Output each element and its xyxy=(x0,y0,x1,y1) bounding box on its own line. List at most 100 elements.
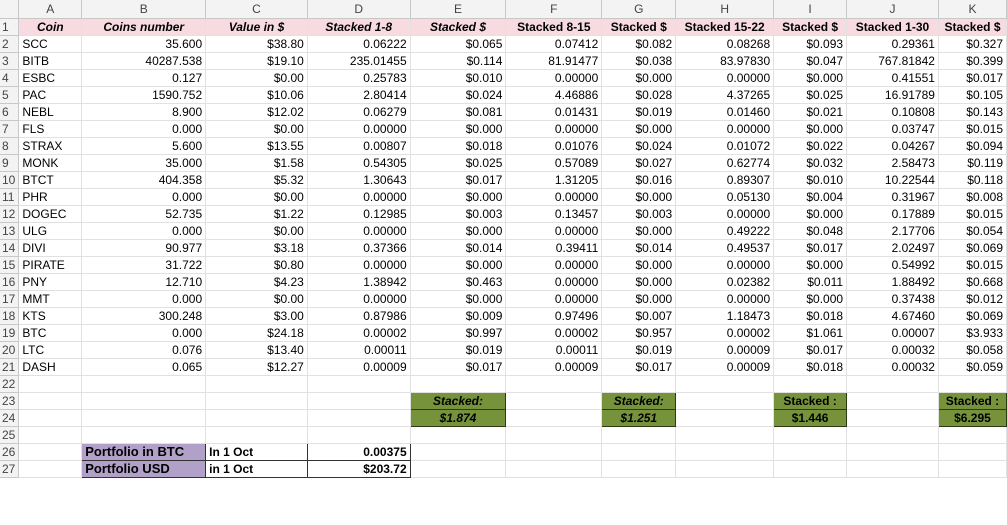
cell-stacked-8-15[interactable]: 0.00000 xyxy=(505,120,603,138)
cell-coin[interactable]: BTC xyxy=(18,324,83,342)
empty-cell[interactable] xyxy=(81,409,207,427)
header-cell-stacked-usd-i[interactable]: Stacked $ xyxy=(773,18,848,36)
cell-stacked-15-22[interactable]: 0.00000 xyxy=(675,256,775,274)
cell-stacked-15-22[interactable]: 0.00000 xyxy=(675,205,775,223)
cell-stacked-1-8[interactable]: 0.00000 xyxy=(307,256,411,274)
cell-stacked-usd-i[interactable]: $0.032 xyxy=(773,154,848,172)
cell-stacked-1-8[interactable]: 0.87986 xyxy=(307,307,411,325)
cell-stacked-usd-k[interactable]: $0.012 xyxy=(938,290,1007,308)
cell-coins-number[interactable]: 5.600 xyxy=(81,137,207,155)
row-number[interactable]: 5 xyxy=(0,86,20,104)
cell-coin[interactable]: ESBC xyxy=(18,69,83,87)
cell-stacked-usd-g[interactable]: $0.000 xyxy=(601,273,677,291)
cell-stacked-15-22[interactable]: 0.49537 xyxy=(675,239,775,257)
header-cell-stacked-1-30[interactable]: Stacked 1-30 xyxy=(846,18,939,36)
cell-stacked-usd-e[interactable]: $0.000 xyxy=(410,256,507,274)
cell-stacked-8-15[interactable]: 0.07412 xyxy=(505,35,603,53)
cell-stacked-usd-i[interactable]: $0.017 xyxy=(773,341,848,359)
cell-stacked-usd-e[interactable]: $0.065 xyxy=(410,35,507,53)
cell-stacked-usd-k[interactable]: $0.094 xyxy=(938,137,1007,155)
total-label-e[interactable]: Stacked: xyxy=(409,392,507,410)
cell-stacked-8-15[interactable]: 0.00000 xyxy=(505,222,603,240)
empty-cell[interactable] xyxy=(410,443,507,461)
cell-stacked-usd-e[interactable]: $0.024 xyxy=(410,86,507,104)
cell-stacked-1-8[interactable]: 0.00000 xyxy=(307,120,411,138)
row-number[interactable]: 1 xyxy=(0,18,20,36)
cell-stacked-usd-g[interactable]: $0.027 xyxy=(601,154,677,172)
cell-stacked-usd-e[interactable]: $0.017 xyxy=(410,358,507,376)
cell-stacked-usd-i[interactable]: $0.047 xyxy=(773,52,848,70)
cell-stacked-usd-k[interactable]: $0.059 xyxy=(938,358,1007,376)
row-number[interactable]: 24 xyxy=(0,409,20,427)
column-header-b[interactable]: B xyxy=(81,0,207,19)
cell-stacked-15-22[interactable]: 4.37265 xyxy=(675,86,775,104)
cell-stacked-15-22[interactable]: 83.97830 xyxy=(675,52,775,70)
select-all-corner[interactable] xyxy=(0,0,20,19)
total-label-k[interactable]: Stacked : xyxy=(937,392,1007,410)
cell-stacked-usd-e[interactable]: $0.114 xyxy=(410,52,507,70)
cell-stacked-8-15[interactable]: 81.91477 xyxy=(505,52,603,70)
empty-cell[interactable] xyxy=(410,426,507,444)
cell-stacked-15-22[interactable]: 0.00009 xyxy=(675,358,775,376)
empty-cell[interactable] xyxy=(938,375,1007,393)
empty-cell[interactable] xyxy=(410,375,507,393)
cell-stacked-usd-k[interactable]: $0.054 xyxy=(938,222,1007,240)
cell-coin[interactable]: ULG xyxy=(18,222,83,240)
empty-cell[interactable] xyxy=(773,375,848,393)
cell-stacked-usd-k[interactable]: $3.933 xyxy=(938,324,1007,342)
total-label-g[interactable]: Stacked: xyxy=(601,392,677,410)
empty-cell[interactable] xyxy=(505,443,603,461)
cell-stacked-usd-i[interactable]: $0.000 xyxy=(773,290,848,308)
cell-stacked-usd-e[interactable]: $0.997 xyxy=(410,324,507,342)
cell-stacked-usd-i[interactable]: $0.048 xyxy=(773,222,848,240)
empty-cell[interactable] xyxy=(846,460,939,478)
portfolio-usd-label[interactable]: Portfolio USD xyxy=(81,460,207,478)
row-number[interactable]: 4 xyxy=(0,69,20,87)
empty-cell[interactable] xyxy=(675,375,775,393)
portfolio-btc-value[interactable]: 0.00375 xyxy=(306,443,411,461)
cell-stacked-1-8[interactable]: 0.25783 xyxy=(307,69,411,87)
cell-stacked-1-8[interactable]: 0.00002 xyxy=(307,324,411,342)
cell-stacked-usd-g[interactable]: $0.024 xyxy=(601,137,677,155)
empty-cell[interactable] xyxy=(505,409,603,427)
empty-cell[interactable] xyxy=(846,409,939,427)
total-value-e[interactable]: $1.874 xyxy=(409,409,507,427)
cell-coin[interactable]: PIRATE xyxy=(18,256,83,274)
total-value-k[interactable]: $6.295 xyxy=(937,409,1007,427)
cell-stacked-usd-g[interactable]: $0.014 xyxy=(601,239,677,257)
cell-stacked-1-30[interactable]: 2.58473 xyxy=(846,154,939,172)
cell-value[interactable]: $13.40 xyxy=(205,341,308,359)
cell-stacked-8-15[interactable]: 0.00000 xyxy=(505,290,603,308)
cell-coins-number[interactable]: 31.722 xyxy=(81,256,207,274)
empty-cell[interactable] xyxy=(601,426,677,444)
cell-coin[interactable]: FLS xyxy=(18,120,83,138)
column-header-i[interactable]: I xyxy=(773,0,848,19)
cell-coin[interactable]: MONK xyxy=(18,154,83,172)
empty-cell[interactable] xyxy=(18,392,83,410)
cell-value[interactable]: $12.02 xyxy=(205,103,308,121)
cell-coins-number[interactable]: 1590.752 xyxy=(81,86,207,104)
portfolio-btc-when[interactable]: In 1 Oct xyxy=(205,443,308,461)
cell-stacked-15-22[interactable]: 0.01460 xyxy=(675,103,775,121)
cell-value[interactable]: $1.22 xyxy=(205,205,308,223)
cell-value[interactable]: $0.00 xyxy=(205,120,308,138)
empty-cell[interactable] xyxy=(938,443,1007,461)
cell-value[interactable]: $10.06 xyxy=(205,86,308,104)
cell-stacked-1-30[interactable]: 0.17889 xyxy=(846,205,939,223)
cell-stacked-usd-i[interactable]: $0.004 xyxy=(773,188,848,206)
cell-stacked-1-30[interactable]: 1.88492 xyxy=(846,273,939,291)
cell-stacked-usd-k[interactable]: $0.058 xyxy=(938,341,1007,359)
cell-stacked-8-15[interactable]: 0.00000 xyxy=(505,256,603,274)
cell-stacked-usd-e[interactable]: $0.000 xyxy=(410,290,507,308)
row-number[interactable]: 10 xyxy=(0,171,20,189)
cell-stacked-usd-e[interactable]: $0.025 xyxy=(410,154,507,172)
cell-stacked-usd-i[interactable]: $0.093 xyxy=(773,35,848,53)
empty-cell[interactable] xyxy=(18,443,83,461)
empty-cell[interactable] xyxy=(81,375,207,393)
row-number[interactable]: 16 xyxy=(0,273,20,291)
cell-coins-number[interactable]: 0.000 xyxy=(81,188,207,206)
cell-stacked-1-8[interactable]: 0.06222 xyxy=(307,35,411,53)
cell-stacked-1-8[interactable]: 0.37366 xyxy=(307,239,411,257)
cell-stacked-usd-e[interactable]: $0.081 xyxy=(410,103,507,121)
cell-stacked-usd-e[interactable]: $0.019 xyxy=(410,341,507,359)
